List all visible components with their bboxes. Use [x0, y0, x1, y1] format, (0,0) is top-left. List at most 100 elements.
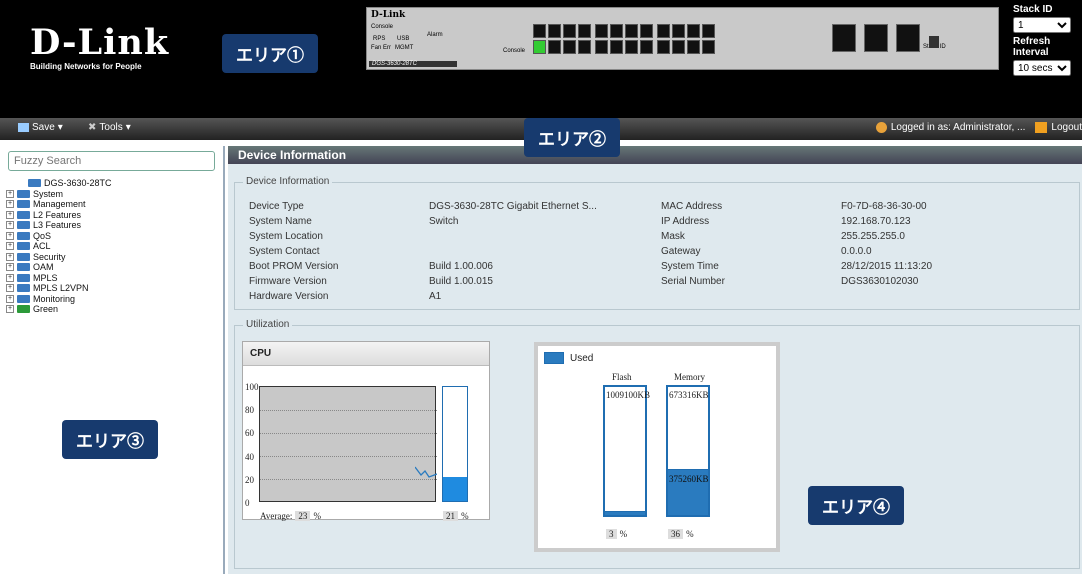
info-value: A1: [429, 291, 442, 302]
info-label: Serial Number: [661, 276, 725, 287]
tools-menu[interactable]: ✖ Tools ▾: [88, 122, 131, 133]
port-active[interactable]: [533, 40, 546, 54]
port[interactable]: [672, 40, 685, 54]
expand-icon[interactable]: +: [6, 189, 14, 198]
y-tick-label: 0: [245, 498, 250, 508]
info-label: MAC Address: [661, 201, 723, 212]
tree-root[interactable]: DGS-3630-28TC: [6, 178, 112, 189]
stack-controls: Stack ID 1 Refresh Interval 10 secs: [1013, 4, 1082, 79]
tree-item-label: Monitoring: [33, 293, 76, 304]
fuzzy-search-input[interactable]: [8, 151, 215, 171]
expand-icon[interactable]: +: [6, 242, 14, 251]
port[interactable]: [657, 40, 670, 54]
expand-icon[interactable]: +: [6, 284, 14, 293]
info-value: 192.168.70.123: [841, 216, 911, 227]
grid-line: [260, 433, 437, 434]
port[interactable]: [533, 24, 546, 38]
menu-tree: DGS-3630-28TC + System + Management + L2 Fe…: [6, 178, 112, 315]
info-value: 255.255.255.0: [841, 231, 905, 242]
port[interactable]: [548, 40, 561, 54]
logout-icon[interactable]: [1035, 122, 1048, 133]
port[interactable]: [640, 24, 653, 38]
tree-item-l2-features[interactable]: + L2 Features: [6, 210, 112, 221]
used-legend-label: Used: [570, 352, 594, 364]
tree-item-oam[interactable]: + OAM: [6, 262, 112, 273]
port[interactable]: [687, 24, 700, 38]
sfp-port[interactable]: [864, 24, 888, 52]
tree-item-management[interactable]: + Management: [6, 199, 112, 210]
flash-name: Flash: [612, 372, 632, 382]
sfp-port[interactable]: [896, 24, 920, 52]
y-tick-label: 80: [245, 405, 254, 416]
refresh-interval-select[interactable]: 10 secs: [1013, 60, 1071, 76]
port-group: [595, 24, 653, 54]
info-value: F0-7D-68-36-30-00: [841, 201, 927, 212]
tree-item-label: MPLS: [33, 272, 58, 283]
expand-icon[interactable]: +: [6, 221, 14, 230]
expand-icon[interactable]: +: [6, 305, 14, 314]
expand-icon[interactable]: +: [6, 210, 14, 219]
tree-item-mpls-l2vpn[interactable]: + MPLS L2VPN: [6, 283, 112, 294]
cpu-current-value: 21: [443, 511, 458, 521]
expand-icon[interactable]: +: [6, 273, 14, 282]
folder-icon: [17, 252, 30, 261]
main-content: Device Information Device Information De…: [228, 146, 1082, 574]
chevron-down-icon: ▾: [57, 122, 63, 133]
save-menu[interactable]: Save ▾: [18, 122, 63, 133]
expand-icon[interactable]: +: [6, 263, 14, 272]
panel-label-mgmt: MGMT: [395, 45, 414, 51]
memory-panel: Used Flash Memory 1009100KB 673316KB 375…: [534, 342, 780, 552]
device-info-legend: Device Information: [243, 176, 333, 187]
sfp-port[interactable]: [832, 24, 856, 52]
port[interactable]: [548, 24, 561, 38]
tree-item-monitoring[interactable]: + Monitoring: [6, 294, 112, 305]
tree-item-acl[interactable]: + ACL: [6, 241, 112, 252]
stack-id-select[interactable]: 1: [1013, 17, 1071, 33]
tree-item-l3-features[interactable]: + L3 Features: [6, 220, 112, 231]
port[interactable]: [578, 24, 591, 38]
memory-total: 673316KB: [669, 390, 709, 400]
device-front-panel[interactable]: D-Link Console RPS USB Fan Err MGMT Alar…: [366, 7, 999, 70]
folder-icon: [17, 242, 30, 251]
expand-icon[interactable]: +: [6, 231, 14, 240]
area-1-badge: エリア①: [222, 34, 318, 73]
sfp-ports: [832, 24, 920, 52]
info-value: Build 1.00.006: [429, 261, 493, 272]
tree-item-qos[interactable]: + QoS: [6, 231, 112, 242]
cpu-average-value: 23: [295, 511, 311, 521]
info-label: System Name: [249, 216, 312, 227]
expand-icon[interactable]: +: [6, 252, 14, 261]
port[interactable]: [610, 24, 623, 38]
port[interactable]: [625, 40, 638, 54]
expand-icon[interactable]: +: [6, 294, 14, 303]
port[interactable]: [563, 40, 576, 54]
port[interactable]: [702, 24, 715, 38]
tree-item-security[interactable]: + Security: [6, 252, 112, 263]
cpu-current: 21 %: [443, 510, 469, 522]
tree-item-green[interactable]: + Green: [6, 304, 112, 315]
port[interactable]: [657, 24, 670, 38]
memory-percent: 36 %: [668, 528, 694, 540]
grid-line: [260, 410, 437, 411]
folder-icon: [17, 210, 30, 219]
port[interactable]: [687, 40, 700, 54]
cpu-trend-line: [415, 466, 437, 478]
port[interactable]: [595, 40, 608, 54]
tools-menu-label: Tools: [99, 122, 123, 133]
flash-bar: 1009100KB: [603, 385, 650, 517]
logout-link[interactable]: Logout: [1051, 122, 1082, 133]
expand-icon[interactable]: +: [6, 200, 14, 209]
port[interactable]: [625, 24, 638, 38]
device-info-fieldset: Device Information Device Type DGS-3630-2…: [234, 176, 1080, 310]
port[interactable]: [672, 24, 685, 38]
port[interactable]: [563, 24, 576, 38]
port[interactable]: [640, 40, 653, 54]
port[interactable]: [610, 40, 623, 54]
tree-item-system[interactable]: + System: [6, 189, 112, 200]
port[interactable]: [702, 40, 715, 54]
tree-item-mpls[interactable]: + MPLS: [6, 273, 112, 284]
port[interactable]: [578, 40, 591, 54]
folder-icon: [17, 221, 30, 230]
tree-item-label: ACL: [33, 241, 51, 252]
port[interactable]: [595, 24, 608, 38]
